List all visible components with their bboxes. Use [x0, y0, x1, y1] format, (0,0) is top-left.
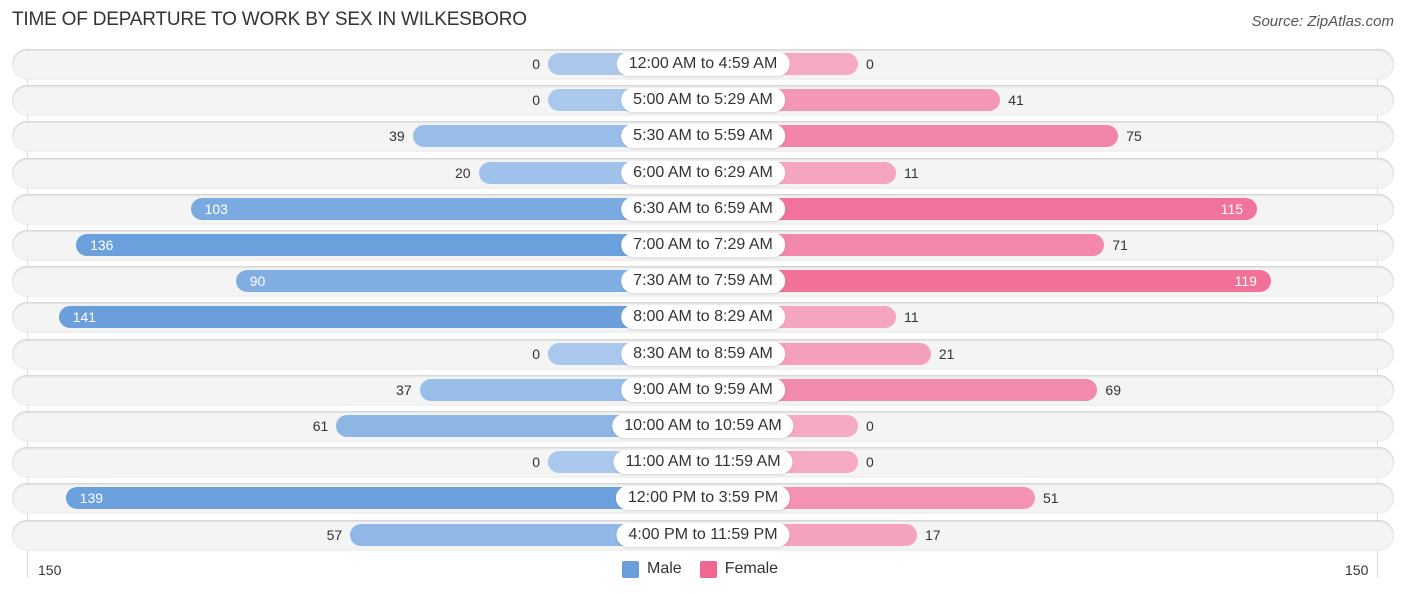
value-label-male: 103: [204, 200, 228, 217]
category-label: 8:30 AM to 8:59 AM: [621, 341, 785, 366]
category-label: 5:30 AM to 5:59 AM: [621, 124, 785, 149]
category-label: 4:00 PM to 11:59 PM: [616, 522, 790, 547]
value-label-female: 0: [866, 418, 874, 434]
value-label-male: 139: [79, 490, 104, 507]
legend-item-male[interactable]: Male: [622, 560, 682, 578]
value-label-male: 39: [389, 128, 405, 145]
category-label: 8:00 AM to 8:29 AM: [621, 305, 785, 330]
value-label-female: 75: [1126, 128, 1142, 145]
value-label-female: 119: [1234, 273, 1257, 290]
category-label: 12:00 PM to 3:59 PM: [615, 486, 791, 511]
legend-swatch-male: [622, 560, 639, 578]
value-label-male: 141: [72, 309, 97, 326]
category-label: 9:00 AM to 9:59 AM: [621, 377, 785, 402]
axis-label-left: 150: [38, 562, 62, 578]
value-label-male: 0: [532, 345, 540, 362]
legend: Male Female: [622, 560, 788, 578]
axis-label-right: 150: [1345, 562, 1369, 578]
value-label-male: 136: [90, 237, 114, 253]
value-label-male: 0: [532, 454, 540, 471]
value-label-male: 57: [326, 526, 343, 543]
value-label-male: 20: [455, 164, 471, 181]
chart-area: 0 0 12:00 AM to 4:59 AM 0 41 5:00 AM to 5:29 …: [0, 0, 1406, 594]
legend-label-male: Male: [647, 560, 682, 577]
legend-label-female: Female: [724, 560, 779, 577]
category-label: 6:30 AM to 6:59 AM: [621, 196, 785, 221]
value-label-male: 0: [532, 56, 540, 72]
bar-male[interactable]: [76, 234, 703, 256]
bar-female[interactable]: [703, 270, 1271, 293]
value-label-male: 61: [312, 418, 329, 434]
legend-item-female[interactable]: Female: [699, 560, 779, 578]
category-label: 12:00 AM to 4:59 AM: [616, 52, 790, 76]
category-label: 7:00 AM to 7:29 AM: [621, 233, 785, 257]
category-label: 11:00 AM to 11:59 AM: [613, 450, 793, 475]
value-label-female: 11: [904, 164, 919, 181]
value-label-female: 71: [1112, 237, 1128, 253]
value-label-female: 17: [924, 526, 941, 543]
value-label-male: 0: [532, 92, 540, 109]
bar-female[interactable]: [703, 197, 1258, 220]
value-label-female: 0: [866, 454, 874, 471]
value-label-female: 115: [1220, 200, 1244, 217]
value-label-female: 41: [1008, 92, 1024, 109]
category-label: 5:00 AM to 5:29 AM: [621, 88, 785, 113]
category-label: 7:30 AM to 7:59 AM: [621, 269, 785, 294]
legend-swatch-female: [699, 560, 717, 578]
bar-male[interactable]: [65, 487, 703, 510]
value-label-female: 21: [938, 345, 955, 362]
bar-male[interactable]: [58, 306, 703, 329]
value-label-female: 51: [1042, 490, 1059, 507]
value-label-female: 69: [1105, 381, 1121, 398]
value-label-male: 90: [249, 273, 266, 290]
value-label-female: 0: [866, 56, 874, 72]
value-label-female: 11: [904, 309, 919, 326]
category-label: 6:00 AM to 6:29 AM: [621, 160, 785, 185]
value-label-male: 37: [396, 381, 412, 398]
category-label: 10:00 AM to 10:59 AM: [612, 414, 794, 438]
